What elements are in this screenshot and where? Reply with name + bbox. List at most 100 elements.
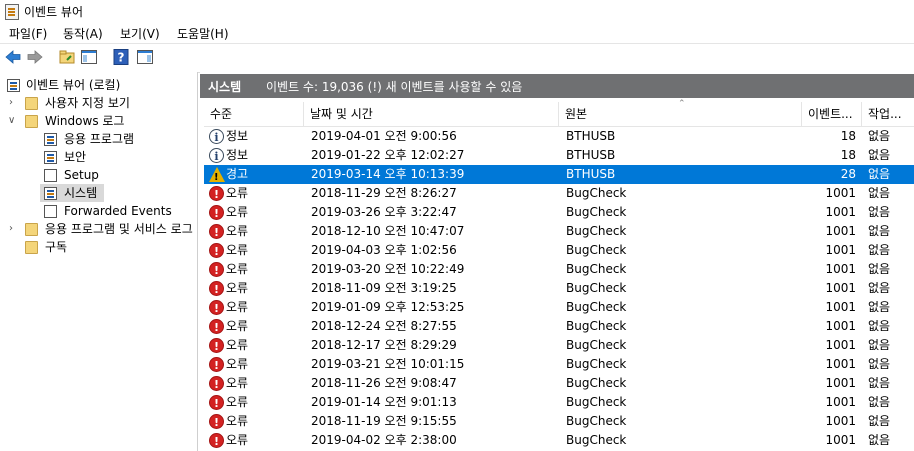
- event-id: 1001: [825, 414, 856, 428]
- event-id: 1001: [825, 300, 856, 314]
- tree-item-application[interactable]: 응용 프로그램: [0, 130, 197, 148]
- chevron-right-icon[interactable]: ›: [9, 94, 19, 112]
- event-task: 없음: [868, 167, 891, 181]
- tree-item-windows-logs[interactable]: ∨ Windows 로그: [0, 112, 197, 130]
- event-row[interactable]: ! 오류 2019-03-20 오전 10:22:49 BugCheck 1001 없음: [204, 260, 914, 279]
- event-task: 없음: [868, 376, 891, 390]
- event-count-info: 이벤트 수: 19,036 (!) 새 이벤트를 사용할 수 있음: [266, 80, 523, 94]
- event-row[interactable]: ! 오류 2018-12-24 오전 8:27:55 BugCheck 1001 없음: [204, 317, 914, 336]
- event-row[interactable]: ! 오류 2019-01-14 오전 9:01:13 BugCheck 1001 없음: [204, 393, 914, 412]
- action-pane-icon[interactable]: [136, 48, 154, 66]
- column-task[interactable]: 작업...: [862, 102, 914, 126]
- event-datetime: 2019-03-21 오전 10:01:15: [311, 357, 465, 371]
- sort-ascending-icon: ⌃: [678, 99, 686, 109]
- error-icon: !: [209, 357, 224, 372]
- event-datetime: 2018-11-26 오전 9:08:47: [311, 376, 457, 390]
- event-level: 정보: [226, 129, 249, 143]
- tree-item-security[interactable]: 보안: [0, 148, 197, 166]
- event-id: 1001: [825, 319, 856, 333]
- tree-item-app-services[interactable]: › 응용 프로그램 및 서비스 로그: [0, 220, 197, 238]
- tree-item-custom-views[interactable]: › 사용자 지정 보기: [0, 94, 197, 112]
- event-row[interactable]: ! 오류 2018-11-26 오전 9:08:47 BugCheck 1001 없음: [204, 374, 914, 393]
- event-row[interactable]: ! 오류 2019-04-02 오후 2:38:00 BugCheck 1001 없음: [204, 431, 914, 450]
- event-level: 오류: [226, 414, 249, 428]
- event-id: 1001: [825, 357, 856, 371]
- event-source: BugCheck: [566, 262, 627, 276]
- event-list-pane: 시스템 이벤트 수: 19,036 (!) 새 이벤트를 사용할 수 있음 수준…: [200, 72, 914, 451]
- event-row[interactable]: i 정보 2019-04-01 오전 9:00:56 BTHUSB 18 없음: [204, 127, 914, 146]
- error-icon: !: [209, 433, 224, 448]
- event-row[interactable]: ! 오류 2018-12-10 오전 10:47:07 BugCheck 1001 없음: [204, 222, 914, 241]
- menu-action[interactable]: 동작(A): [63, 25, 103, 42]
- column-event-id[interactable]: 이벤트...: [802, 102, 862, 126]
- menu-help[interactable]: 도움말(H): [177, 25, 229, 42]
- event-source: BugCheck: [566, 243, 627, 257]
- event-viewer-app-icon: [5, 4, 19, 20]
- event-id: 1001: [825, 224, 856, 238]
- event-row[interactable]: i 정보 2019-01-22 오후 12:02:27 BTHUSB 18 없음: [204, 146, 914, 165]
- chevron-down-icon[interactable]: ∨: [8, 112, 18, 130]
- menu-file[interactable]: 파일(F): [9, 25, 47, 42]
- event-datetime: 2019-03-26 오후 3:22:47: [311, 205, 457, 219]
- error-icon: !: [209, 395, 224, 410]
- log-icon: [44, 133, 57, 146]
- back-arrow-icon[interactable]: [4, 48, 22, 66]
- chevron-right-icon[interactable]: ›: [9, 220, 19, 238]
- event-task: 없음: [868, 319, 891, 333]
- event-source: BugCheck: [566, 281, 627, 295]
- tree-item-forwarded-events[interactable]: Forwarded Events: [0, 202, 197, 220]
- open-folder-icon[interactable]: [58, 48, 76, 66]
- error-icon: !: [209, 186, 224, 201]
- info-icon: i: [209, 129, 224, 144]
- svg-text:?: ?: [118, 51, 125, 65]
- event-source: BugCheck: [566, 205, 627, 219]
- tree-item-system[interactable]: 시스템: [40, 184, 104, 202]
- tree-label: Windows 로그: [45, 114, 125, 128]
- event-datetime: 2019-03-20 오전 10:22:49: [311, 262, 465, 276]
- event-source: BugCheck: [566, 300, 627, 314]
- event-source: BTHUSB: [566, 148, 616, 162]
- help-icon[interactable]: ?: [112, 48, 130, 66]
- event-row[interactable]: ! 경고 2019-03-14 오후 10:13:39 BTHUSB 28 없음: [204, 165, 914, 184]
- event-source: BugCheck: [566, 395, 627, 409]
- event-row[interactable]: ! 오류 2019-01-09 오후 12:53:25 BugCheck 1001 없음: [204, 298, 914, 317]
- tree-label: Setup: [64, 168, 99, 182]
- event-level: 오류: [226, 357, 249, 371]
- tree-item-subscriptions[interactable]: 구독: [0, 238, 197, 256]
- tree-item-root[interactable]: 이벤트 뷰어 (로컬): [0, 76, 197, 94]
- event-task: 없음: [868, 148, 891, 162]
- event-source: BTHUSB: [566, 167, 616, 181]
- event-datetime: 2019-04-02 오후 2:38:00: [311, 433, 457, 447]
- event-level: 오류: [226, 205, 249, 219]
- event-row[interactable]: ! 오류 2019-03-26 오후 3:22:47 BugCheck 1001 없음: [204, 203, 914, 222]
- error-icon: !: [209, 414, 224, 429]
- event-datetime: 2018-12-17 오전 8:29:29: [311, 338, 457, 352]
- tree-label: 응용 프로그램 및 서비스 로그: [45, 222, 193, 236]
- tree-label: 시스템: [64, 186, 98, 200]
- menu-view[interactable]: 보기(V): [120, 25, 160, 42]
- event-level: 경고: [226, 167, 249, 181]
- toolbar: ?: [0, 43, 914, 73]
- event-task: 없음: [868, 224, 891, 238]
- log-icon: [44, 169, 57, 182]
- event-row[interactable]: ! 오류 2019-04-03 오후 1:02:56 BugCheck 1001 없음: [204, 241, 914, 260]
- event-row[interactable]: ! 오류 2018-11-29 오전 8:26:27 BugCheck 1001 없음: [204, 184, 914, 203]
- column-level[interactable]: 수준: [204, 102, 304, 126]
- tree-item-setup[interactable]: Setup: [0, 166, 197, 184]
- console-tree-icon[interactable]: [80, 48, 98, 66]
- log-icon: [44, 151, 57, 164]
- error-icon: !: [209, 376, 224, 391]
- event-level: 오류: [226, 376, 249, 390]
- event-id: 1001: [825, 433, 856, 447]
- event-id: 28: [840, 167, 856, 181]
- event-id: 1001: [825, 205, 856, 219]
- event-id: 18: [840, 148, 856, 162]
- event-row[interactable]: ! 오류 2018-11-19 오전 9:15:55 BugCheck 1001 없음: [204, 412, 914, 431]
- error-icon: !: [209, 205, 224, 220]
- event-row[interactable]: ! 오류 2019-03-21 오전 10:01:15 BugCheck 1001 없음: [204, 355, 914, 374]
- column-datetime[interactable]: 날짜 및 시간: [304, 102, 559, 126]
- event-row[interactable]: ! 오류 2018-12-17 오전 8:29:29 BugCheck 1001 없음: [204, 336, 914, 355]
- log-title: 시스템: [208, 80, 242, 94]
- forward-arrow-icon[interactable]: [26, 48, 44, 66]
- event-row[interactable]: ! 오류 2018-11-09 오전 3:19:25 BugCheck 1001 없음: [204, 279, 914, 298]
